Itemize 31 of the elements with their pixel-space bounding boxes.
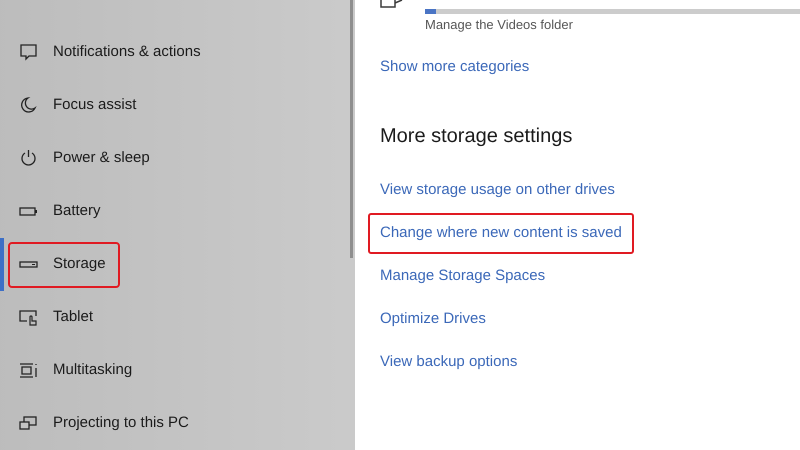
power-icon (19, 149, 38, 168)
sidebar-item[interactable]: Notifications & actions (0, 26, 340, 79)
item-label: Battery (53, 201, 101, 222)
focus-icon (19, 96, 38, 115)
item-label: Notifications & actions (53, 42, 201, 62)
item-label: Focus assist (53, 95, 136, 116)
item-label: Projecting to this PC (53, 413, 189, 434)
item-label: Storage (53, 254, 106, 274)
video-icon (380, 0, 404, 8)
settings-link[interactable]: Change where new content is saved (368, 213, 634, 254)
multitasking-icon (19, 361, 38, 380)
item-label: Multitasking (53, 360, 132, 380)
folder-caption: Manage the Videos folder (425, 16, 573, 34)
settings-link[interactable]: View storage usage on other drives (368, 170, 627, 211)
sidebar-item[interactable]: Multitasking (0, 344, 340, 397)
notifications-icon (19, 43, 38, 62)
sidebar-item[interactable]: Focus assist (0, 79, 340, 132)
show-more-link[interactable]: Show more categories (380, 56, 530, 78)
sidebar-item[interactable]: Battery (0, 185, 340, 238)
sidebar-item[interactable]: Tablet (0, 291, 340, 344)
item-label: Tablet (53, 307, 94, 328)
item-label: Power & sleep (53, 148, 150, 168)
section-heading: More storage settings (380, 124, 572, 149)
settings-link[interactable]: Optimize Drives (368, 299, 498, 340)
sidebar-item[interactable]: Storage (0, 238, 340, 291)
scrollbar[interactable] (350, 0, 353, 258)
settings-link[interactable]: View backup options (368, 342, 530, 383)
sidebar-item[interactable]: Projecting to this PC (0, 397, 340, 450)
sidebar-item[interactable]: Power & sleep (0, 132, 340, 185)
settings-link[interactable]: Manage Storage Spaces (368, 256, 558, 297)
tablet-icon (19, 308, 38, 327)
